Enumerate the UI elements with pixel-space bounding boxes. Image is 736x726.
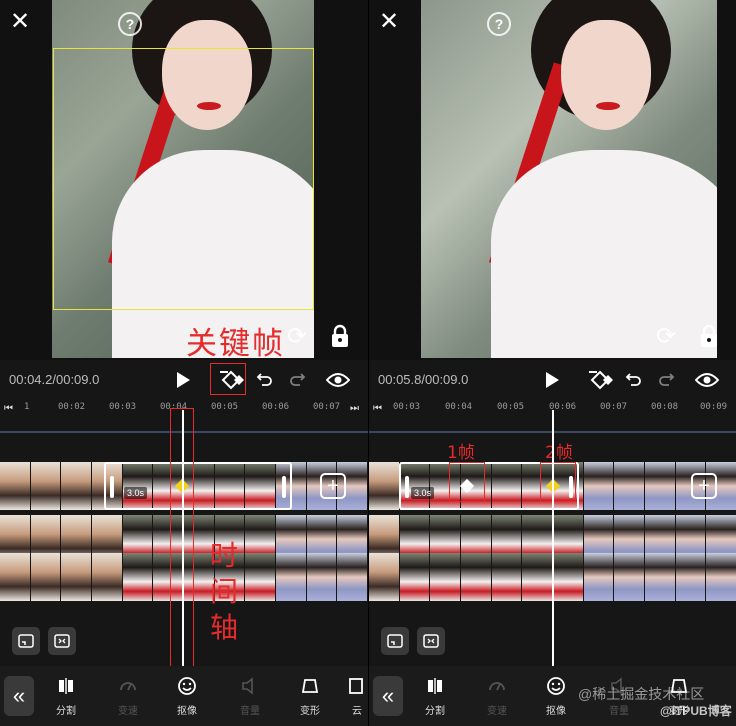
- lock-icon[interactable]: [328, 322, 352, 350]
- frame2-highlight-box: [540, 462, 576, 502]
- speed-icon: [120, 682, 136, 691]
- timecode: 00:05.8/00:09.0: [378, 372, 469, 387]
- transform-icon: [301, 679, 319, 693]
- timeline-annotation: 时 间 轴: [210, 539, 239, 644]
- keyframe-icon[interactable]: [219, 369, 245, 391]
- nav-more[interactable]: 云: [346, 676, 368, 717]
- zoom-icon[interactable]: [48, 627, 76, 655]
- close-icon[interactable]: ✕: [377, 10, 401, 34]
- crop-selection-box[interactable]: [53, 48, 314, 310]
- nav-cutout[interactable]: 抠像: [534, 676, 578, 717]
- add-clip-button[interactable]: +: [691, 473, 717, 499]
- nav-split[interactable]: 分割: [44, 676, 88, 717]
- video-preview[interactable]: ✕ ? ⟳ 关键帧: [0, 0, 368, 362]
- fit-view-icon[interactable]: [381, 627, 409, 655]
- fit-view-icon[interactable]: [12, 627, 40, 655]
- ruler-tick: 00:03: [109, 402, 137, 412]
- close-icon[interactable]: ✕: [8, 10, 32, 34]
- redo-icon[interactable]: [657, 370, 675, 388]
- nav-cutout[interactable]: 抠像: [165, 676, 209, 717]
- more-icon: [349, 678, 363, 694]
- ruler-tick: 1: [24, 402, 30, 412]
- clip-duration: 3.0s: [411, 487, 435, 499]
- split-icon: [428, 678, 442, 694]
- eye-icon[interactable]: [694, 372, 720, 388]
- video-preview[interactable]: ✕ ? ⟳: [369, 0, 736, 360]
- eye-icon[interactable]: [325, 372, 351, 388]
- ruler-tick: 00:09: [700, 402, 728, 412]
- skip-start-icon[interactable]: ⏮: [373, 403, 382, 414]
- right-editor-panel: ✕ ? ⟳ 00:05.8/00:09.0 ⏮ 00:03 00:04 00:0…: [368, 0, 736, 726]
- watermark-text: @稀土掘金技术社区: [578, 686, 705, 702]
- ruler-tick: 00:07: [600, 402, 628, 412]
- nav-transform[interactable]: 变形: [288, 676, 332, 717]
- undo-icon[interactable]: [256, 370, 274, 388]
- frame1-highlight-box: [449, 462, 485, 502]
- zoom-icon[interactable]: [417, 627, 445, 655]
- keyframe-annotation: 关键帧: [186, 326, 285, 362]
- bottom-nav: « 分割 变速 抠像 音量 变形 云: [0, 666, 368, 726]
- selected-clip[interactable]: 3.0s: [104, 462, 292, 510]
- ruler-tick: 00:06: [262, 402, 290, 412]
- playhead-highlight-box: [170, 408, 194, 674]
- playback-toolbar: 00:05.8/00:09.0: [369, 360, 736, 400]
- speed-icon: [489, 682, 505, 691]
- ruler-tick: 00:07: [313, 402, 341, 412]
- playback-toolbar: 00:04.2/00:09.0: [0, 360, 368, 400]
- rotate-icon[interactable]: ⟳: [652, 322, 680, 350]
- rotate-icon[interactable]: ⟳: [283, 322, 311, 350]
- lock-icon[interactable]: [697, 322, 721, 350]
- help-icon[interactable]: ?: [487, 12, 511, 36]
- ruler-tick: 00:02: [58, 402, 86, 412]
- ruler-tick: 00:08: [651, 402, 679, 412]
- keyframe-icon[interactable]: [588, 369, 614, 391]
- nav-split[interactable]: 分割: [413, 676, 457, 717]
- left-editor-panel: ✕ ? ⟳ 关键帧 00:04.2/00:09.0 ⏮ 1 00:02 00:0…: [0, 0, 368, 726]
- play-icon[interactable]: [174, 371, 192, 389]
- frame2-annotation: 2帧: [545, 443, 573, 463]
- add-clip-button[interactable]: +: [320, 473, 346, 499]
- skip-start-icon[interactable]: ⏮: [4, 403, 13, 414]
- ruler-tick: 00:04: [445, 402, 473, 412]
- timecode: 00:04.2/00:09.0: [9, 372, 100, 387]
- help-icon[interactable]: ?: [118, 12, 142, 36]
- preview-photo: [421, 0, 717, 358]
- volume-icon: [242, 677, 253, 695]
- nav-volume: 音量: [228, 676, 272, 717]
- clip-duration: 3.0s: [124, 487, 148, 499]
- nav-speed: 变速: [475, 676, 519, 717]
- ruler-tick: 00:05: [497, 402, 525, 412]
- frame1-annotation: 1帧: [447, 443, 475, 463]
- cutout-icon: [178, 677, 196, 695]
- watermark-brand: @ITPUB博客: [660, 704, 732, 718]
- undo-icon[interactable]: [625, 370, 643, 388]
- split-icon: [59, 678, 73, 694]
- back-icon[interactable]: «: [373, 676, 403, 716]
- redo-icon[interactable]: [288, 370, 306, 388]
- playhead[interactable]: [552, 410, 554, 668]
- back-icon[interactable]: «: [4, 676, 34, 716]
- skip-end-icon[interactable]: ⏭: [350, 403, 359, 414]
- ruler-tick: 00:03: [393, 402, 421, 412]
- play-icon[interactable]: [543, 371, 561, 389]
- ruler-tick: 00:05: [211, 402, 239, 412]
- cutout-icon: [547, 677, 565, 695]
- nav-speed: 变速: [106, 676, 150, 717]
